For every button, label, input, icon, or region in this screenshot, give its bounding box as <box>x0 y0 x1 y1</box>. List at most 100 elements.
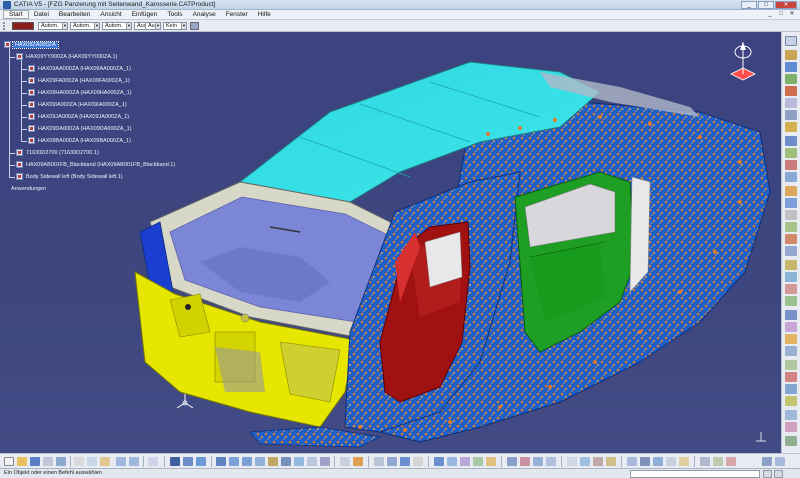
menu-hilfe[interactable]: Hilfe <box>253 11 276 18</box>
menu-datei[interactable]: Datei <box>29 11 54 18</box>
fix-together-icon[interactable] <box>785 246 797 256</box>
tree-node-sub-product[interactable]: HAX09YY000ZA (HAX09YY000ZA.1) <box>16 52 118 62</box>
render-style-select[interactable]: Aus ▼ <box>145 22 161 30</box>
cut-icon[interactable] <box>74 457 84 466</box>
tree-node-component-2[interactable]: HAX09AB001FB_Blackband (HAX09AB001FB_Bla… <box>16 160 176 170</box>
clash-icon[interactable] <box>785 372 797 382</box>
print-icon[interactable] <box>43 457 53 466</box>
zoom-in-icon[interactable] <box>229 457 239 466</box>
hole-icon[interactable] <box>785 322 797 332</box>
explode-icon[interactable] <box>785 160 797 170</box>
split-icon[interactable] <box>785 310 797 320</box>
multi-view-icon[interactable] <box>268 457 278 466</box>
knowledge-icon[interactable] <box>413 457 423 466</box>
desk-icon[interactable] <box>666 457 676 466</box>
tree-node-part-7[interactable]: HAX09BA000ZA (HAX09BA000ZA_1) <box>28 136 132 146</box>
scene-icon[interactable] <box>785 436 797 446</box>
existing-component-icon[interactable] <box>785 86 797 96</box>
workbench-icon[interactable] <box>762 457 772 466</box>
minimize-button[interactable]: _ <box>741 1 757 9</box>
new-product-icon[interactable] <box>785 62 797 72</box>
fix-component-icon[interactable] <box>785 234 797 244</box>
help-icon[interactable] <box>775 457 785 466</box>
lights-icon[interactable] <box>533 457 543 466</box>
snap-icon[interactable] <box>785 148 797 158</box>
reuse-pattern-icon[interactable] <box>785 296 797 306</box>
angle-constraint-icon[interactable] <box>785 222 797 232</box>
tree-node-root[interactable]: HAX09ZA000ZA <box>4 40 59 50</box>
distance-icon[interactable] <box>785 396 797 406</box>
reconcile-icon[interactable] <box>627 457 637 466</box>
fly-mode-icon[interactable] <box>170 457 180 466</box>
power-input-stop-button[interactable] <box>763 470 772 478</box>
pan-icon[interactable] <box>196 457 206 466</box>
redo-icon[interactable] <box>129 457 139 466</box>
pocket-icon[interactable] <box>785 334 797 344</box>
product-structure-icon[interactable] <box>785 36 797 46</box>
tree-node-part-6[interactable]: HAX09DA000ZA (HAX09DA000ZA_1) <box>28 124 133 134</box>
power-input-field[interactable] <box>630 470 760 478</box>
render-icon[interactable] <box>520 457 530 466</box>
copy-icon[interactable] <box>87 457 97 466</box>
format-painter-icon[interactable] <box>190 22 199 30</box>
sectioning-icon[interactable] <box>785 384 797 394</box>
add-icon[interactable] <box>785 346 797 356</box>
text-annotation-icon[interactable] <box>567 457 577 466</box>
coincidence-constraint-icon[interactable] <box>785 186 797 196</box>
normal-view-icon[interactable] <box>255 457 265 466</box>
zoom-out-icon[interactable] <box>242 457 252 466</box>
tree-node-part-1[interactable]: HAX09AA000ZA (HAX09AA000ZA_1) <box>28 64 132 74</box>
doc-close-button[interactable]: ✕ <box>788 11 796 18</box>
fit-all-in-icon[interactable] <box>183 457 193 466</box>
compass-icon[interactable] <box>727 40 759 86</box>
tree-node-part-5[interactable]: HAX09JA000ZA (HAX09JA000ZA_1) <box>28 112 130 122</box>
close-button[interactable]: ✕ <box>775 1 797 9</box>
manipulation-icon[interactable] <box>785 136 797 146</box>
select-icon[interactable] <box>340 457 350 466</box>
compass-tool-icon[interactable] <box>434 457 444 466</box>
undo-icon[interactable] <box>116 457 126 466</box>
properties-icon[interactable] <box>679 457 689 466</box>
quick-constraint-icon[interactable] <box>785 260 797 270</box>
replace-component-icon[interactable] <box>785 98 797 108</box>
menu-ansicht[interactable]: Ansicht <box>95 11 126 18</box>
menu-einfuegen[interactable]: Einfügen <box>127 11 163 18</box>
paste-icon[interactable] <box>100 457 110 466</box>
transparency-select[interactable]: Autom. ▼ <box>38 22 68 30</box>
menu-start[interactable]: Start <box>3 10 29 19</box>
rotate-icon[interactable] <box>216 457 226 466</box>
tree-node-part-4[interactable]: HAX09IA000ZA (HAX09IA000ZA_1) <box>28 100 128 110</box>
tree-node-component-3[interactable]: Body Sidewall left (Body Sidewall left.1… <box>16 172 124 182</box>
group-icon[interactable] <box>606 457 616 466</box>
remove-icon[interactable] <box>785 360 797 370</box>
layer-select[interactable]: Kein ▼ <box>163 22 187 30</box>
menu-analyse[interactable]: Analyse <box>188 11 221 18</box>
flexible-sub-assembly-icon[interactable] <box>785 272 797 282</box>
options-icon[interactable] <box>713 457 723 466</box>
measure-item-icon[interactable] <box>460 457 470 466</box>
hide-show-icon[interactable] <box>307 457 317 466</box>
tree-node-part-2[interactable]: HAX09FA000ZA (HAX09FA000ZA_1) <box>28 76 131 86</box>
line-thickness-select[interactable]: Autom. ▼ <box>70 22 100 30</box>
tree-node-component-1[interactable]: 71630D2700 (71630D2700.1) <box>16 148 100 158</box>
new-part-icon[interactable] <box>785 74 797 84</box>
maximize-button[interactable]: □ <box>758 1 774 9</box>
generate-numbering-icon[interactable] <box>785 122 797 132</box>
bill-of-material-icon[interactable] <box>486 457 496 466</box>
quick-view-icon[interactable] <box>56 457 66 466</box>
flag-note-icon[interactable] <box>580 457 590 466</box>
menu-tools[interactable]: Tools <box>162 11 187 18</box>
toolbar-grip[interactable] <box>3 22 9 30</box>
contact-constraint-icon[interactable] <box>785 198 797 208</box>
new-file-icon[interactable] <box>4 457 14 466</box>
update-icon[interactable] <box>400 457 410 466</box>
menu-bearbeiten[interactable]: Bearbeiten <box>54 11 95 18</box>
menu-fenster[interactable]: Fenster <box>221 11 253 18</box>
3d-viewport[interactable]: HAX09ZA000ZA HAX09YY000ZA (HAX09YY000ZA.… <box>0 32 781 453</box>
change-constraint-icon[interactable] <box>785 284 797 294</box>
apply-material-icon[interactable] <box>507 457 517 466</box>
tree-node-part-3[interactable]: HAX09HA000ZA (HAX09HA000ZA_1) <box>28 88 133 98</box>
new-component-icon[interactable] <box>785 50 797 60</box>
send-to-icon[interactable] <box>653 457 663 466</box>
measure-between-icon[interactable] <box>447 457 457 466</box>
